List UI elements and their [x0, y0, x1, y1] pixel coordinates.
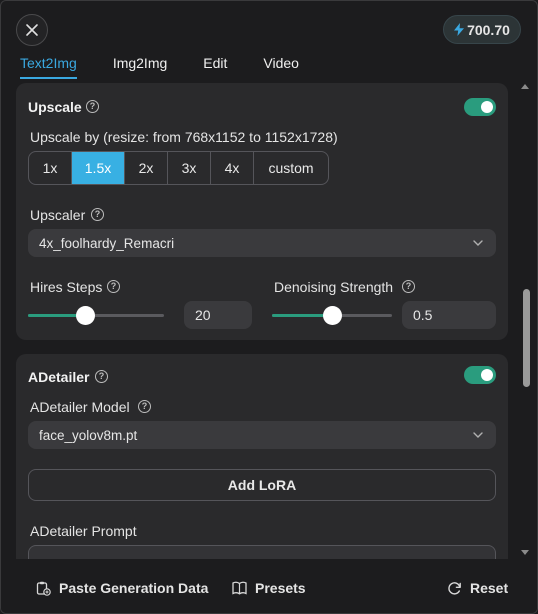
adetailer-model-label: ADetailer Model — [30, 399, 130, 415]
hires-steps-label: Hires Steps — [30, 279, 103, 295]
adetailer-prompt-input[interactable] — [28, 545, 496, 559]
upscaler-label: Upscaler — [30, 207, 86, 223]
denoise-label: Denoising Strength — [274, 279, 394, 295]
tab-video[interactable]: Video — [263, 55, 299, 79]
hires-steps-knob[interactable] — [75, 306, 95, 325]
adetailer-model-value: face_yolov8m.pt — [39, 427, 138, 443]
adetailer-card: ADetailer ? ADetailer Model ? face_yolov… — [16, 354, 508, 559]
tab-img2img[interactable]: Img2Img — [113, 55, 167, 79]
upscale-toggle[interactable] — [464, 98, 496, 116]
paste-icon — [36, 581, 51, 596]
add-lora-button[interactable]: Add LoRA — [28, 469, 496, 501]
presets-button[interactable]: Presets — [232, 580, 306, 596]
factor-1-5x[interactable]: 1.5x — [72, 152, 125, 184]
upscale-by-label: Upscale by (resize: from 768x1152 to 115… — [30, 129, 338, 145]
reset-button[interactable]: Reset — [447, 580, 508, 596]
reset-icon — [448, 581, 461, 595]
denoise-input[interactable]: 0.5 — [402, 301, 496, 329]
help-icon[interactable]: ? — [95, 370, 108, 383]
panel-window: 700.70 Text2Img Img2Img Edit Video Upsca… — [0, 0, 538, 614]
denoise-slider[interactable] — [272, 306, 392, 325]
adetailer-prompt-label: ADetailer Prompt — [30, 523, 137, 539]
paste-generation-data-button[interactable]: Paste Generation Data — [36, 580, 208, 596]
scroll-down-arrow[interactable] — [521, 550, 529, 555]
upscaler-value: 4x_foolhardy_Remacri — [39, 235, 175, 251]
adetailer-title: ADetailer — [28, 369, 90, 385]
adetailer-model-select[interactable]: face_yolov8m.pt — [28, 421, 496, 449]
hires-steps-slider[interactable] — [28, 306, 164, 325]
help-icon[interactable]: ? — [86, 100, 99, 113]
credits-badge[interactable]: 700.70 — [443, 15, 521, 44]
upscale-title: Upscale — [28, 99, 82, 115]
tab-text2img[interactable]: Text2Img — [20, 55, 77, 79]
factor-3x[interactable]: 3x — [168, 152, 211, 184]
footer-bar: Paste Generation Data Presets Reset — [1, 559, 537, 613]
paste-label: Paste Generation Data — [59, 580, 209, 596]
upscaler-select[interactable]: 4x_foolhardy_Remacri — [28, 229, 496, 257]
scrollbar-thumb[interactable] — [523, 289, 530, 387]
chevron-down-icon — [473, 432, 483, 438]
hires-steps-input[interactable]: 20 — [184, 301, 252, 329]
factor-custom[interactable]: custom — [254, 152, 328, 184]
factor-4x[interactable]: 4x — [211, 152, 254, 184]
help-icon[interactable]: ? — [402, 280, 415, 293]
scroll-up-arrow[interactable] — [521, 84, 529, 89]
help-icon[interactable]: ? — [107, 280, 120, 293]
reset-label: Reset — [470, 580, 509, 596]
factor-1x[interactable]: 1x — [29, 152, 72, 184]
lightning-icon — [454, 23, 465, 36]
upscale-factor-selector: 1x 1.5x 2x 3x 4x custom — [28, 151, 329, 185]
chevron-down-icon — [473, 240, 483, 246]
presets-label: Presets — [255, 580, 306, 596]
help-icon[interactable]: ? — [91, 208, 104, 221]
tab-edit[interactable]: Edit — [203, 55, 227, 79]
factor-2x[interactable]: 2x — [125, 152, 168, 184]
book-icon — [232, 581, 247, 595]
close-icon — [26, 24, 38, 36]
help-icon[interactable]: ? — [138, 400, 151, 413]
adetailer-toggle[interactable] — [464, 366, 496, 384]
credits-amount: 700.70 — [467, 21, 510, 38]
mode-tabs: Text2Img Img2Img Edit Video — [20, 55, 335, 79]
denoise-knob[interactable] — [322, 306, 342, 325]
close-button[interactable] — [16, 14, 48, 46]
settings-scroll-area[interactable]: Upscale ? Upscale by (resize: from 768x1… — [1, 81, 537, 559]
upscale-card: Upscale ? Upscale by (resize: from 768x1… — [16, 83, 508, 340]
